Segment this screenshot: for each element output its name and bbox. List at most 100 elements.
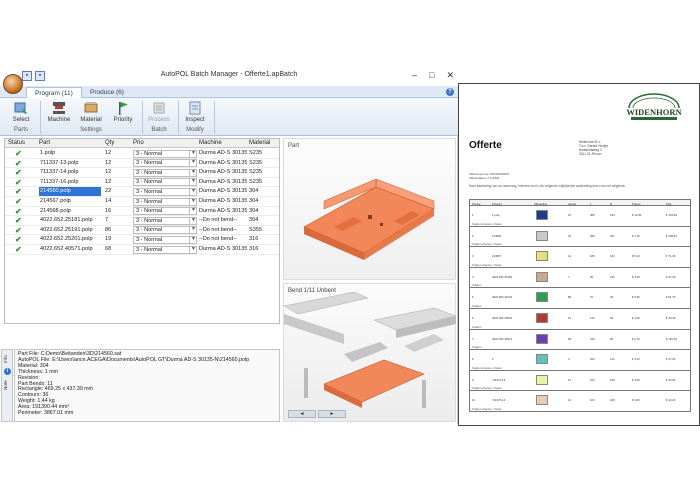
priority-select[interactable]: 3 - Normal <box>133 207 197 216</box>
table-row[interactable]: ✔ 4022.652.25191.polp 86 3 - Normal ▼ --Do no… <box>5 226 279 236</box>
part-qty[interactable]: 22 <box>105 187 129 196</box>
table-row[interactable]: ✔ 4022.652.25181.polp 7 3 - Normal ▼ --Do not… <box>5 216 279 226</box>
column-header-qty[interactable]: Qty <box>105 140 114 146</box>
part-machine[interactable]: Durma AD-S 30135... <box>199 207 247 216</box>
status-check-icon: ✔ <box>15 235 22 245</box>
table-row[interactable]: ✔ 711337-16.polp 12 3 - Normal ▼ Durma AD-S 3… <box>5 178 279 188</box>
priority-select[interactable]: 3 - Normal <box>133 226 197 235</box>
part-qty[interactable]: 12 <box>105 168 129 177</box>
maximize-button[interactable]: □ <box>429 70 434 81</box>
previous-bend-button[interactable]: ◄ <box>288 410 316 418</box>
minimize-button[interactable]: – <box>412 70 417 81</box>
side-tab-note[interactable]: Note <box>3 378 12 392</box>
priority-select[interactable]: 3 - Normal <box>133 178 197 187</box>
priority-select[interactable]: 3 - Normal <box>133 187 197 196</box>
column-header-status[interactable]: Status <box>8 140 25 146</box>
chevron-down-icon[interactable]: ▼ <box>189 207 197 216</box>
part-material[interactable]: 316 <box>249 235 279 244</box>
side-tab-info[interactable]: Info <box>3 352 12 366</box>
chevron-down-icon[interactable]: ▼ <box>189 159 197 168</box>
part-machine[interactable]: Durma AD-S 30135... <box>199 168 247 177</box>
material-button[interactable]: Material <box>74 100 108 123</box>
tab-program[interactable]: Program (11) <box>26 87 82 98</box>
quotation-cell-pos: 9 <box>472 377 474 382</box>
priority-select[interactable]: 3 - Normal <box>133 149 197 158</box>
table-row[interactable]: ✔ 4022.652.25201.polp 19 3 - Normal ▼ --Do no… <box>5 235 279 245</box>
priority-select[interactable]: 3 - Normal <box>133 245 197 254</box>
bend-3d-view[interactable]: Bend 1/11 Unbent ◄ ► <box>283 283 457 422</box>
quotation-cell-b: 90 <box>610 336 614 341</box>
priority-select[interactable]: 3 - Normal <box>133 235 197 244</box>
quotation-row: 7 4022.652.40571 68 150 90 € 2,75 € 187,00 Snij… <box>469 329 691 351</box>
part-qty[interactable]: 12 <box>105 149 129 158</box>
part-material[interactable]: 316 <box>249 245 279 254</box>
part-material[interactable]: 304 <box>249 197 279 206</box>
part-material[interactable]: S235 <box>249 168 279 177</box>
part-machine[interactable]: Durma AD-S 30135... <box>199 245 247 254</box>
table-row[interactable]: ✔ 214567.polp 14 3 - Normal ▼ Durma AD-S 3013… <box>5 197 279 207</box>
column-header-machine[interactable]: Machine <box>199 140 222 146</box>
part-qty[interactable]: 16 <box>105 207 129 216</box>
part-3d-view[interactable]: Part <box>283 138 456 280</box>
part-material[interactable]: S355 <box>249 226 279 235</box>
table-row[interactable]: ✔ 711337-13.polp 12 3 - Normal ▼ Durma AD-S 3… <box>5 159 279 169</box>
chevron-down-icon[interactable]: ▼ <box>189 168 197 177</box>
part-material[interactable]: S235 <box>249 149 279 158</box>
part-qty[interactable]: 7 <box>105 216 129 225</box>
status-check-icon: ✔ <box>15 206 22 216</box>
chevron-down-icon[interactable]: ▼ <box>189 226 197 235</box>
table-row[interactable]: ✔ 711337-14.polp 12 3 - Normal ▼ Durma AD-S 3… <box>5 168 279 178</box>
part-material[interactable]: S235 <box>249 159 279 168</box>
part-material[interactable]: 304 <box>249 216 279 225</box>
table-row[interactable]: ✔ 214560.polp 22 3 - Normal ▼ Durma AD-S 3013… <box>5 187 279 197</box>
close-button[interactable]: ✕ <box>446 70 454 81</box>
select-button[interactable]: Select <box>4 100 38 123</box>
part-qty[interactable]: 12 <box>105 178 129 187</box>
chevron-down-icon[interactable]: ▼ <box>189 187 197 196</box>
part-machine[interactable]: Durma AD-S 30135... <box>199 149 247 158</box>
part-material[interactable]: 304 <box>249 207 279 216</box>
part-qty[interactable]: 19 <box>105 235 129 244</box>
part-machine[interactable]: --Do not bend-- <box>199 226 247 235</box>
priority-button[interactable]: Priority <box>106 100 140 123</box>
process-button[interactable]: Process <box>142 100 176 123</box>
part-qty[interactable]: 14 <box>105 197 129 206</box>
application-menu-icon[interactable] <box>3 74 23 94</box>
chevron-down-icon[interactable]: ▼ <box>189 178 197 187</box>
quotation-cell-l: 180 <box>590 254 595 259</box>
next-bend-button[interactable]: ► <box>318 410 346 418</box>
column-header-material[interactable]: Material <box>249 140 270 146</box>
part-machine[interactable]: Durma AD-S 30135... <box>199 187 247 196</box>
help-icon[interactable]: ? <box>446 88 454 96</box>
part-machine[interactable]: Durma AD-S 30135... <box>199 197 247 206</box>
priority-select[interactable]: 3 - Normal <box>133 159 197 168</box>
part-material[interactable]: S235 <box>249 178 279 187</box>
chevron-down-icon[interactable]: ▼ <box>189 245 197 254</box>
part-machine[interactable]: --Do not bend-- <box>199 216 247 225</box>
priority-select[interactable]: 3 - Normal <box>133 216 197 225</box>
part-material[interactable]: 304 <box>249 187 279 196</box>
chevron-down-icon[interactable]: ▼ <box>189 197 197 206</box>
inspect-button[interactable]: Inspect <box>178 100 212 123</box>
chevron-down-icon[interactable]: ▼ <box>189 149 197 158</box>
machine-button[interactable]: Machine <box>42 100 76 123</box>
part-machine[interactable]: Durma AD-S 30135... <box>199 178 247 187</box>
table-row[interactable]: ✔ 4022.652.40571.polp 68 3 - Normal ▼ Durma A… <box>5 245 279 255</box>
part-qty[interactable]: 12 <box>105 159 129 168</box>
priority-select[interactable]: 3 - Normal <box>133 197 197 206</box>
table-row[interactable]: ✔ 214568.polp 16 3 - Normal ▼ Durma AD-S 3013… <box>5 206 279 217</box>
side-tabs: Info i Note <box>1 349 13 422</box>
column-header-part[interactable]: Part <box>39 140 50 146</box>
chevron-down-icon[interactable]: ▼ <box>189 216 197 225</box>
part-qty[interactable]: 86 <box>105 226 129 235</box>
part-qty[interactable]: 68 <box>105 245 129 254</box>
column-header-prio[interactable]: Prio <box>133 140 144 146</box>
quotation-cell-qty: 12 <box>568 377 572 382</box>
chevron-down-icon[interactable]: ▼ <box>189 235 197 244</box>
tab-produce[interactable]: Produce (6) <box>82 87 132 98</box>
part-thumbnail <box>536 395 548 406</box>
table-row[interactable]: ✔ 1.polp 12 3 - Normal ▼ Durma AD-S 30135... S… <box>5 149 279 159</box>
part-machine[interactable]: --Do not bend-- <box>199 235 247 244</box>
priority-select[interactable]: 3 - Normal <box>133 168 197 177</box>
part-machine[interactable]: Durma AD-S 30135... <box>199 159 247 168</box>
